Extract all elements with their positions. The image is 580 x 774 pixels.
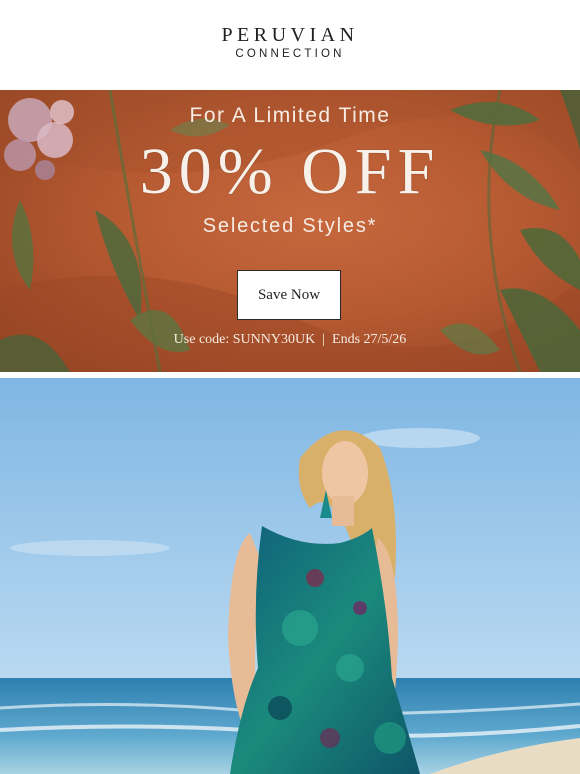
promo-subheading: For A Limited Time xyxy=(189,104,391,127)
promo-code: SUNNY30UK xyxy=(232,332,316,347)
promo-headline: 30% OFF xyxy=(139,135,441,208)
brand-logo[interactable]: PERUVIAN xyxy=(0,24,580,47)
brand-logo-subtitle[interactable]: CONNECTION xyxy=(0,48,580,60)
email-header: PERUVIAN CONNECTION xyxy=(0,0,580,90)
hero-photo[interactable] xyxy=(0,378,580,774)
promo-end-date: Ends 27/5/26 xyxy=(332,332,407,347)
save-now-button[interactable]: Save Now xyxy=(237,270,341,320)
promo-banner[interactable]: For A Limited Time 30% OFF Selected Styl… xyxy=(0,90,580,372)
model-beach-photo-icon xyxy=(0,378,580,774)
promo-code-line: Use code: SUNNY30UK | Ends 27/5/26 xyxy=(0,332,580,348)
promo-tagline: Selected Styles* xyxy=(202,215,378,237)
promo-code-label: Use code: xyxy=(173,332,230,347)
promo-separator: | xyxy=(322,332,326,347)
